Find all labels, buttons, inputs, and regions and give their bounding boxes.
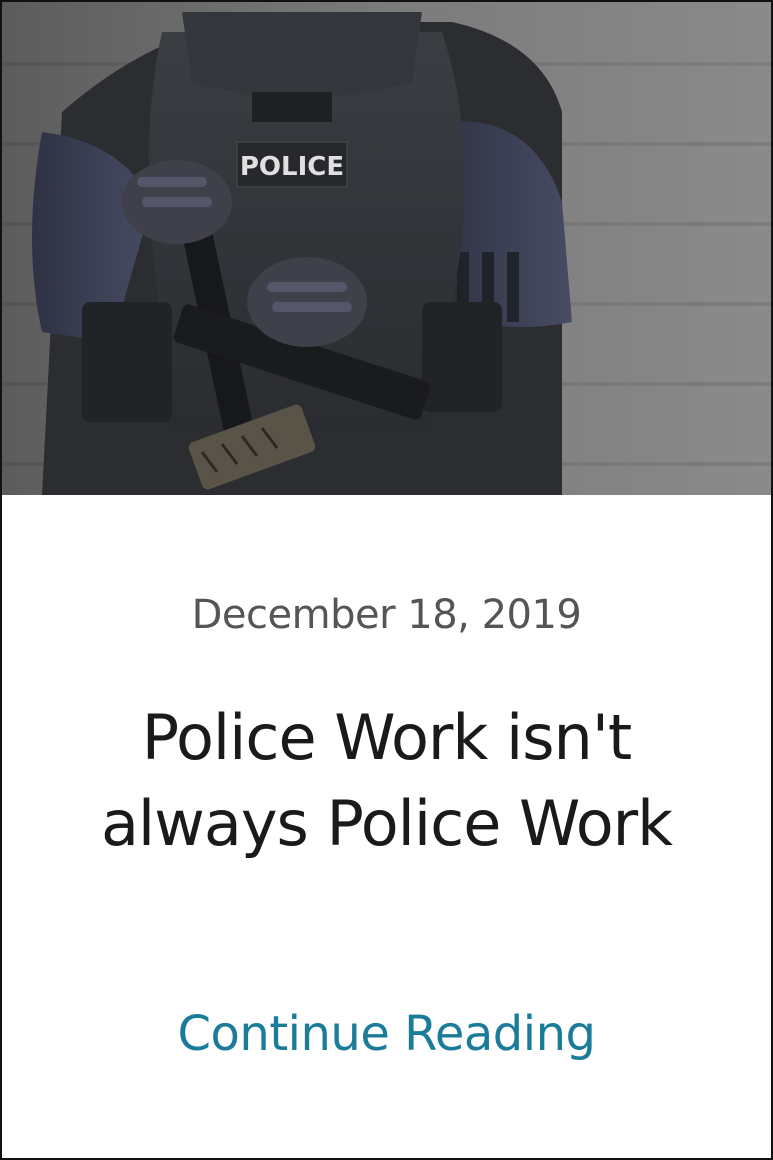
blog-post-card: POLICE December 18, 2019 Police Work isn… (0, 0, 773, 1160)
post-title[interactable]: Police Work isn't always Police Work (42, 695, 731, 867)
police-patch-text: POLICE (240, 152, 344, 182)
police-officer-illustration: POLICE (2, 2, 771, 495)
continue-reading-link[interactable]: Continue Reading (2, 1006, 771, 1062)
post-date: December 18, 2019 (191, 592, 582, 638)
post-hero-image[interactable]: POLICE (2, 2, 771, 495)
